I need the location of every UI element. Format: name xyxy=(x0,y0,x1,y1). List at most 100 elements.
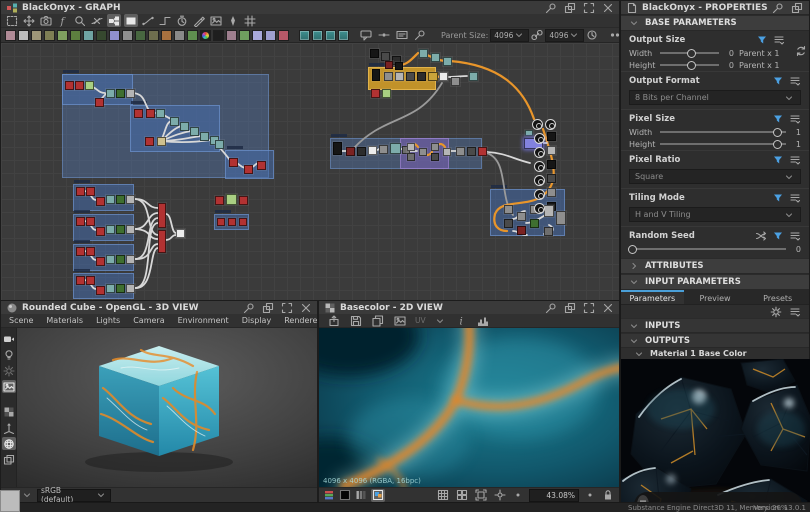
node-palette-swatch[interactable] xyxy=(83,30,94,41)
tiling-mode-dropdown[interactable]: H and V Tiling xyxy=(629,207,801,222)
imageic-tool-icon[interactable] xyxy=(209,14,223,27)
float-window-icon[interactable] xyxy=(791,2,803,14)
background-swatch[interactable] xyxy=(339,489,351,501)
brush-tool-icon[interactable] xyxy=(226,14,240,27)
gear-icon[interactable] xyxy=(770,306,782,318)
node-palette-swatch[interactable] xyxy=(5,30,16,41)
node-layout-icon[interactable] xyxy=(325,30,336,41)
node-palette-swatch[interactable] xyxy=(161,30,172,41)
graph-node[interactable] xyxy=(544,227,553,236)
parameter-menu-icon[interactable] xyxy=(789,113,801,125)
graph-node[interactable] xyxy=(431,143,439,151)
image-preview-icon[interactable] xyxy=(371,489,385,502)
node-layout-icon[interactable] xyxy=(299,30,310,41)
graph-node[interactable] xyxy=(547,188,556,197)
node-palette-swatch[interactable] xyxy=(135,30,146,41)
graph-node[interactable] xyxy=(76,217,85,226)
graph-node[interactable] xyxy=(75,81,84,90)
wireframe-icon[interactable] xyxy=(2,453,16,466)
node-palette-swatch[interactable] xyxy=(96,30,107,41)
graph-node[interactable] xyxy=(145,137,154,146)
maximize-icon[interactable] xyxy=(583,302,595,314)
node-palette-swatch[interactable] xyxy=(109,30,120,41)
zoom-level-field[interactable]: 43.08% xyxy=(529,489,579,502)
pin-icon[interactable] xyxy=(545,2,557,14)
graph-node[interactable] xyxy=(190,127,199,136)
graph-node[interactable] xyxy=(431,153,439,161)
graph-node[interactable] xyxy=(116,255,125,264)
graph-node[interactable] xyxy=(126,255,135,264)
output-height-mode[interactable]: Parent x 1 xyxy=(739,61,785,70)
graph-node[interactable] xyxy=(180,122,189,131)
graph-node[interactable] xyxy=(382,89,391,98)
graph-node[interactable] xyxy=(478,147,487,156)
section-outputs[interactable]: OUTPUTS xyxy=(621,333,809,348)
link-width-height-icon[interactable] xyxy=(795,45,807,57)
center-view-icon[interactable] xyxy=(493,489,507,502)
pixel-ratio-dropdown[interactable]: Square xyxy=(629,169,801,184)
graph-node[interactable] xyxy=(215,140,224,149)
dotline-icon[interactable] xyxy=(377,29,391,42)
output-node-badge[interactable] xyxy=(534,133,545,144)
output-node-badge[interactable] xyxy=(534,175,545,186)
expose-parameter-icon[interactable] xyxy=(772,154,784,166)
corner-flyout-button[interactable] xyxy=(0,490,20,512)
menu-environment[interactable]: Environment xyxy=(178,316,229,325)
graph-node[interactable] xyxy=(530,219,539,228)
save-icon[interactable] xyxy=(349,314,363,327)
graph-node[interactable] xyxy=(517,226,526,235)
graph-node[interactable] xyxy=(228,218,236,226)
gridsnap-tool-icon[interactable] xyxy=(243,14,257,27)
graph-node[interactable] xyxy=(85,81,94,90)
compact-tool-icon[interactable] xyxy=(124,14,138,27)
pixel-height-slider[interactable] xyxy=(660,143,786,145)
node-palette-swatch[interactable] xyxy=(265,30,276,41)
graph-node[interactable] xyxy=(443,148,451,156)
graph-node[interactable] xyxy=(96,257,105,266)
light-icon[interactable] xyxy=(2,348,16,361)
color-management-icon[interactable] xyxy=(323,489,335,501)
graph-node[interactable] xyxy=(547,174,556,183)
graph-node[interactable] xyxy=(419,49,428,58)
card-icon[interactable] xyxy=(395,29,409,42)
graph-node[interactable] xyxy=(525,130,533,136)
tiling-icon[interactable] xyxy=(455,489,469,502)
graph-node[interactable] xyxy=(469,72,478,81)
graph-node[interactable] xyxy=(126,195,135,204)
graph-node[interactable] xyxy=(239,196,248,205)
axes-icon[interactable] xyxy=(2,421,16,434)
timer-tool-icon[interactable] xyxy=(175,14,189,27)
output-height-slider[interactable] xyxy=(660,64,719,66)
graph-node[interactable] xyxy=(116,89,125,98)
output-preview[interactable]: Always on top enabled CTRL+SHIFT+A xyxy=(621,359,810,512)
graph-node[interactable] xyxy=(95,98,104,107)
graph-node[interactable] xyxy=(381,52,390,61)
graph-canvas[interactable] xyxy=(1,43,619,300)
nodes-tool-icon[interactable] xyxy=(107,14,121,27)
graph-node[interactable] xyxy=(229,158,238,167)
node-palette-swatch[interactable] xyxy=(70,30,81,41)
node-palette-swatch[interactable] xyxy=(239,30,250,41)
node-layout-icon[interactable] xyxy=(338,30,349,41)
close-icon[interactable] xyxy=(602,302,614,314)
graph-node[interactable] xyxy=(547,146,556,155)
graph-node[interactable] xyxy=(86,247,95,256)
pin-icon[interactable] xyxy=(413,29,427,42)
graph-node[interactable] xyxy=(431,53,440,62)
graph-node[interactable] xyxy=(176,229,185,238)
close-icon[interactable] xyxy=(602,2,614,14)
graph-node[interactable] xyxy=(419,148,427,156)
channels-icon[interactable] xyxy=(355,489,367,501)
linked-size-dropdown[interactable]: 4096 xyxy=(545,29,584,42)
view2d-viewport[interactable]: 4096 x 4096 (RGBA, 16bpc) xyxy=(319,328,619,489)
cutlink-tool-icon[interactable] xyxy=(90,14,104,27)
graph-node[interactable] xyxy=(86,276,95,285)
graph-node[interactable] xyxy=(76,247,85,256)
graph-node[interactable] xyxy=(76,187,85,196)
node-palette-swatch[interactable] xyxy=(174,30,185,41)
graph-node[interactable] xyxy=(451,77,460,86)
graph-node[interactable] xyxy=(146,109,155,118)
zoom-out-icon[interactable] xyxy=(512,489,524,501)
menu-scene[interactable]: Scene xyxy=(9,316,33,325)
output-node-badge[interactable] xyxy=(534,161,545,172)
